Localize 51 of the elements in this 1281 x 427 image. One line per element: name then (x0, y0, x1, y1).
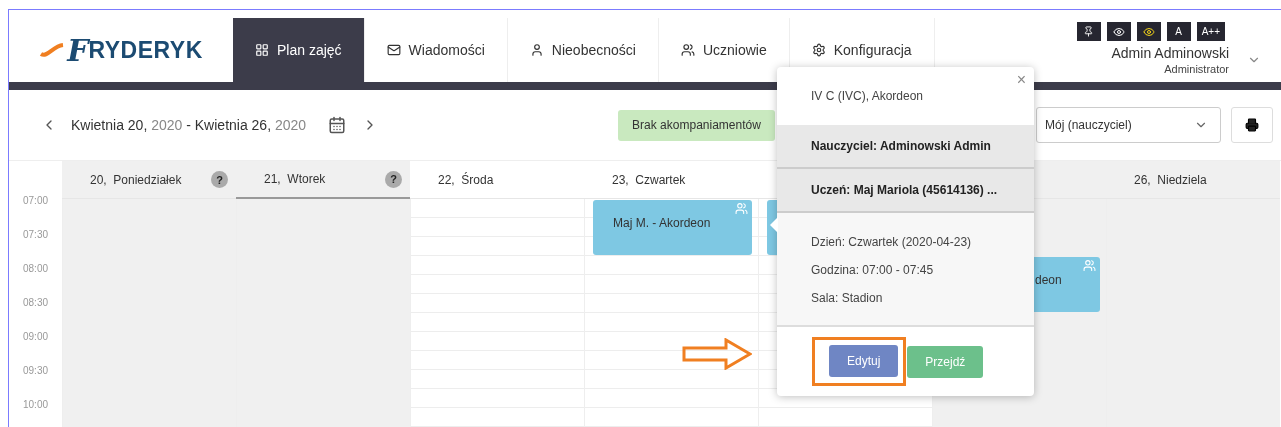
pin-button[interactable] (1076, 22, 1101, 41)
week-range: Kwietnia 20, 2020 - Kwietnia 26, 2020 (71, 117, 307, 133)
eye-icon (1142, 25, 1155, 38)
pointer-arrow-icon (682, 338, 752, 370)
user-name: Admin Adminowski (1111, 45, 1229, 61)
print-button[interactable] (1231, 107, 1273, 143)
teacher-info: Nauczyciel: Adminowski Admin (777, 125, 1034, 169)
lesson-detail: Dzień: Czwartek (2020-04-23) (811, 235, 973, 249)
nav-tab[interactable]: Plan zajęć (233, 18, 365, 82)
printer-icon (1245, 118, 1259, 132)
eye-icon (1112, 25, 1125, 38)
logo: FRYDERYK (39, 32, 203, 68)
mail-icon (386, 43, 401, 57)
lesson-title: IV C (IVC), Akordeon (811, 89, 924, 103)
users-icon (680, 43, 695, 57)
help-icon[interactable]: ? (211, 171, 228, 188)
time-label: 07:00 (22, 195, 49, 208)
contrast-button[interactable] (1136, 22, 1161, 41)
edit-button[interactable]: Edytuj (829, 345, 899, 377)
lesson-detail: Sala: Stadion (811, 291, 884, 305)
time-label: 09:30 (22, 365, 49, 378)
user-role: Administrator (1164, 63, 1229, 75)
swoosh-icon (39, 42, 66, 58)
day-label: 23, Czwartek (612, 172, 686, 187)
users-icon (735, 202, 748, 215)
contrast-button[interactable] (1106, 22, 1131, 41)
user-icon (529, 43, 544, 57)
no-accompaniment-button[interactable]: Brak akompaniamentów (618, 109, 775, 141)
grid-icon (255, 43, 269, 57)
day-label: 20, Poniedziałek (90, 172, 182, 187)
time-label: 10:00 (22, 399, 49, 412)
time-label: 09:00 (22, 331, 49, 344)
lesson-event[interactable]: Maj M. - Akordeon (593, 200, 752, 255)
users-icon (1083, 259, 1096, 272)
close-button[interactable]: × (1016, 71, 1026, 89)
day-label: 26, Niedziela (1134, 172, 1207, 187)
teacher-select[interactable]: Mój (nauczyciel) (1036, 107, 1221, 143)
help-icon[interactable]: ? (385, 170, 402, 188)
font-size-button[interactable]: A++ (1196, 22, 1225, 41)
font-size-button[interactable]: A (1166, 22, 1191, 41)
calendar-icon (328, 116, 347, 134)
lesson-detail: Godzina: 07:00 - 07:45 (811, 263, 935, 277)
day-label: 22, Środa (438, 172, 494, 187)
time-label: 08:00 (22, 263, 49, 276)
pin-icon (1083, 26, 1095, 37)
settings-icon (811, 43, 826, 57)
student-info: Uczeń: Maj Mariola (45614136) ... (777, 169, 1034, 213)
time-label: 08:30 (22, 297, 49, 310)
day-label: 21, Wtorek (264, 172, 326, 186)
calendar-button[interactable] (328, 116, 347, 134)
time-label: 07:30 (22, 229, 49, 242)
